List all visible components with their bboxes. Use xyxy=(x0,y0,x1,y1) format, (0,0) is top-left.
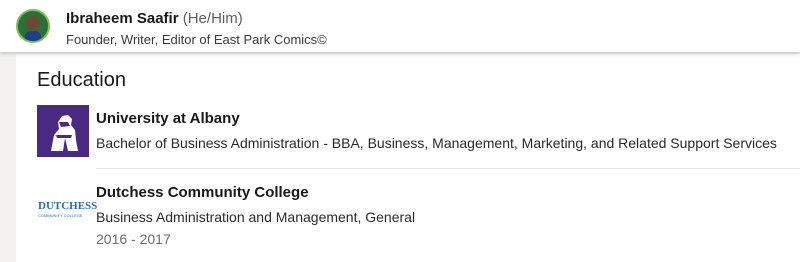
profile-headline: Founder, Writer, Editor of East Park Com… xyxy=(66,32,327,47)
education-section: Education University at Albany Bachelor … xyxy=(16,54,800,262)
profile-sticky-header: Ibraheem Saafir (He/Him) Founder, Writer… xyxy=(0,0,800,52)
dutchess-community-college-logo[interactable]: DUTCHESS COMMUNITY COLLEGE xyxy=(37,194,97,246)
university-at-albany-logo[interactable] xyxy=(37,105,89,157)
dates: 2016 - 2017 xyxy=(96,231,171,247)
school-name[interactable]: Dutchess Community College xyxy=(96,184,309,202)
school-name[interactable]: University at Albany xyxy=(96,110,240,128)
entry-divider xyxy=(96,168,800,169)
avatar[interactable] xyxy=(16,9,50,43)
profile-pronouns: (He/Him) xyxy=(182,10,243,27)
degree: Business Administration and Management, … xyxy=(96,209,416,225)
dutchess-logo-text: DUTCHESS xyxy=(38,200,98,212)
minerva-logo-icon xyxy=(37,105,89,157)
degree: Bachelor of Business Administration - BB… xyxy=(96,135,777,151)
dutchess-logo-subtext: COMMUNITY COLLEGE xyxy=(38,213,83,218)
profile-name-line: Ibraheem Saafir (He/Him) xyxy=(66,10,243,28)
section-title: Education xyxy=(37,69,126,91)
profile-name[interactable]: Ibraheem Saafir xyxy=(66,10,179,27)
avatar-shirt xyxy=(25,31,41,41)
